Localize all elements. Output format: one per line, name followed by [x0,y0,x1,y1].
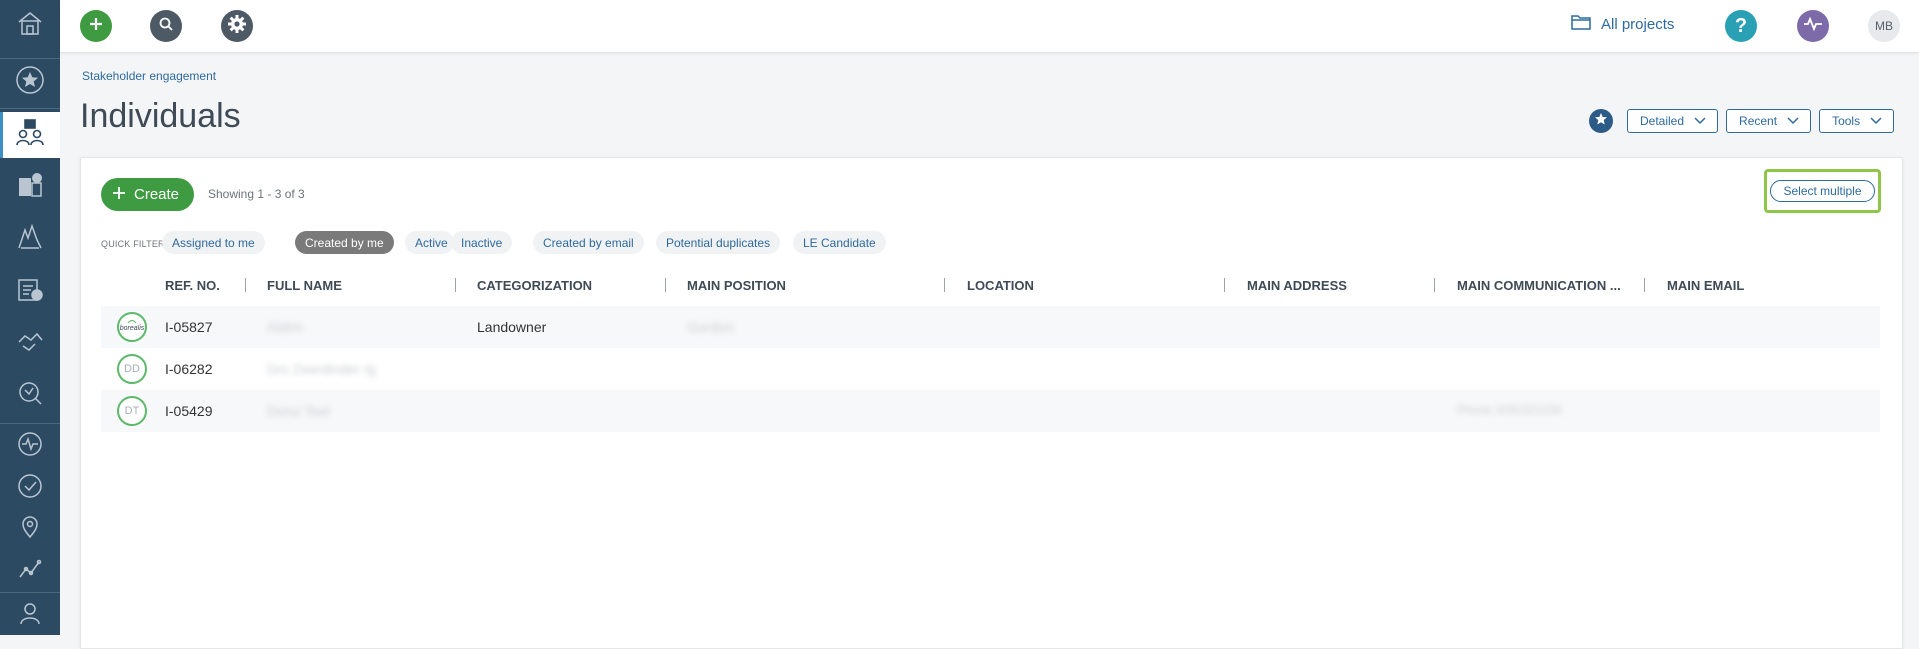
filter-created-by-email[interactable]: Created by email [533,231,644,254]
folder-icon [1571,14,1591,34]
favorite-button[interactable] [1589,109,1613,133]
recent-label: Recent [1739,114,1778,128]
table-row[interactable]: borealis I-05827 Aldrin Landowner Gordon [101,306,1880,348]
column-main-communication[interactable]: MAIN COMMUNICATION ... [1457,278,1621,293]
column-location[interactable]: LOCATION [967,278,1034,293]
detailed-label: Detailed [1640,114,1685,128]
check-icon [17,473,43,504]
sidebar-item-grievances[interactable] [0,374,60,416]
activity-icon [17,431,43,462]
plus-icon [89,17,103,36]
gear-icon [227,14,247,39]
help-button[interactable]: ? [1725,10,1757,42]
sidebar-item-profile[interactable] [0,594,60,636]
analytics-icon [17,556,43,587]
star-icon [1594,112,1608,131]
ref-no-cell[interactable]: I-06282 [165,361,212,377]
tasks-icon [15,274,45,309]
sidebar-item-checklist[interactable] [0,467,60,509]
filter-le-candidate[interactable]: LE Candidate [793,231,886,254]
sidebar-item-organizations[interactable] [0,166,60,208]
pulse-icon [1803,16,1823,36]
tools-dropdown[interactable]: Tools [1819,109,1895,133]
handshake-icon [15,326,45,361]
categorization-cell: Landowner [477,319,547,335]
breadcrumb[interactable]: Stakeholder engagement [82,69,216,83]
table-row[interactable]: DD I-06282 Drs Zeerdinder Ig [101,348,1880,390]
full-name-cell: Aldrin [267,319,303,335]
main-position-cell: Gordon [687,319,734,335]
tools-label: Tools [1832,114,1861,128]
home-icon [15,8,45,43]
avatar: DD [117,354,147,384]
user-avatar[interactable]: MB [1868,10,1900,42]
search-button[interactable] [150,10,182,42]
all-projects-link[interactable]: All projects [1571,14,1674,34]
avatar: borealis [117,312,147,342]
add-button[interactable] [80,10,112,42]
sidebar-item-activity[interactable] [0,425,60,467]
grievance-icon [15,378,45,413]
sidebar-item-favorites[interactable] [0,61,60,103]
sidebar-item-land[interactable] [0,218,60,260]
chevron-down-icon [1787,114,1799,128]
chevron-down-icon [1694,114,1706,128]
ref-no-cell[interactable]: I-05429 [165,403,212,419]
column-ref-no[interactable]: REF. NO. [165,278,220,293]
full-name-cell: Drs Zeerdinder Ig [267,361,376,377]
borealis-logo: borealis [119,318,145,337]
column-main-address[interactable]: MAIN ADDRESS [1247,278,1347,293]
page-title: Individuals [80,97,241,135]
select-multiple-button[interactable]: Select multiple [1770,180,1875,202]
filter-potential-duplicates[interactable]: Potential duplicates [656,231,781,254]
results-count: Showing 1 - 3 of 3 [208,187,305,201]
chevron-down-icon [1870,114,1882,128]
table-row[interactable]: DT I-05429 Dorui Teel Phone 3191321234 [101,390,1880,432]
select-multiple-highlight: Select multiple [1764,169,1881,213]
filter-active[interactable]: Active [405,231,454,254]
filter-inactive[interactable]: Inactive [451,231,513,254]
column-full-name[interactable]: FULL NAME [267,278,342,293]
filter-created-by-me[interactable]: Created by me [295,231,394,254]
stakeholders-icon [14,117,46,154]
user-icon [17,600,43,631]
list-card: Create Showing 1 - 3 of 3 Select multipl… [80,157,1903,649]
settings-button[interactable] [221,10,253,42]
sidebar-item-engagement[interactable] [0,322,60,364]
column-main-position[interactable]: MAIN POSITION [687,278,786,293]
sidebar-item-home[interactable] [0,4,60,46]
question-icon: ? [1734,14,1748,37]
star-icon [15,65,45,100]
avatar: DT [117,396,147,426]
detailed-view-dropdown[interactable]: Detailed [1627,109,1719,133]
filter-assigned-to-me[interactable]: Assigned to me [162,231,265,254]
plus-icon [113,186,125,203]
sidebar-item-analytics[interactable] [0,550,60,592]
svg-text:borealis: borealis [120,325,145,332]
create-button[interactable]: Create [101,178,195,211]
search-icon [159,17,173,36]
all-projects-label: All projects [1601,15,1675,33]
main-communication-cell: Phone 3191321234 [1457,403,1562,417]
sidebar-item-stakeholders[interactable] [0,112,60,158]
header-actions: Detailed Recent Tools [1589,109,1895,133]
recent-dropdown[interactable]: Recent [1726,109,1812,133]
full-name-cell: Dorui Teel [267,403,330,419]
sidebar [0,0,60,635]
land-icon [15,222,45,257]
column-categorization[interactable]: CATEGORIZATION [477,278,592,293]
sidebar-item-locations[interactable] [0,508,60,550]
ref-no-cell[interactable]: I-05827 [165,319,212,335]
create-label: Create [134,186,180,203]
activity-button[interactable] [1797,10,1829,42]
location-icon [17,514,43,545]
sidebar-item-tasks[interactable] [0,270,60,312]
organizations-icon [15,170,45,205]
column-main-email[interactable]: MAIN EMAIL [1667,278,1744,293]
top-bar: All projects ? MB [60,0,1919,53]
